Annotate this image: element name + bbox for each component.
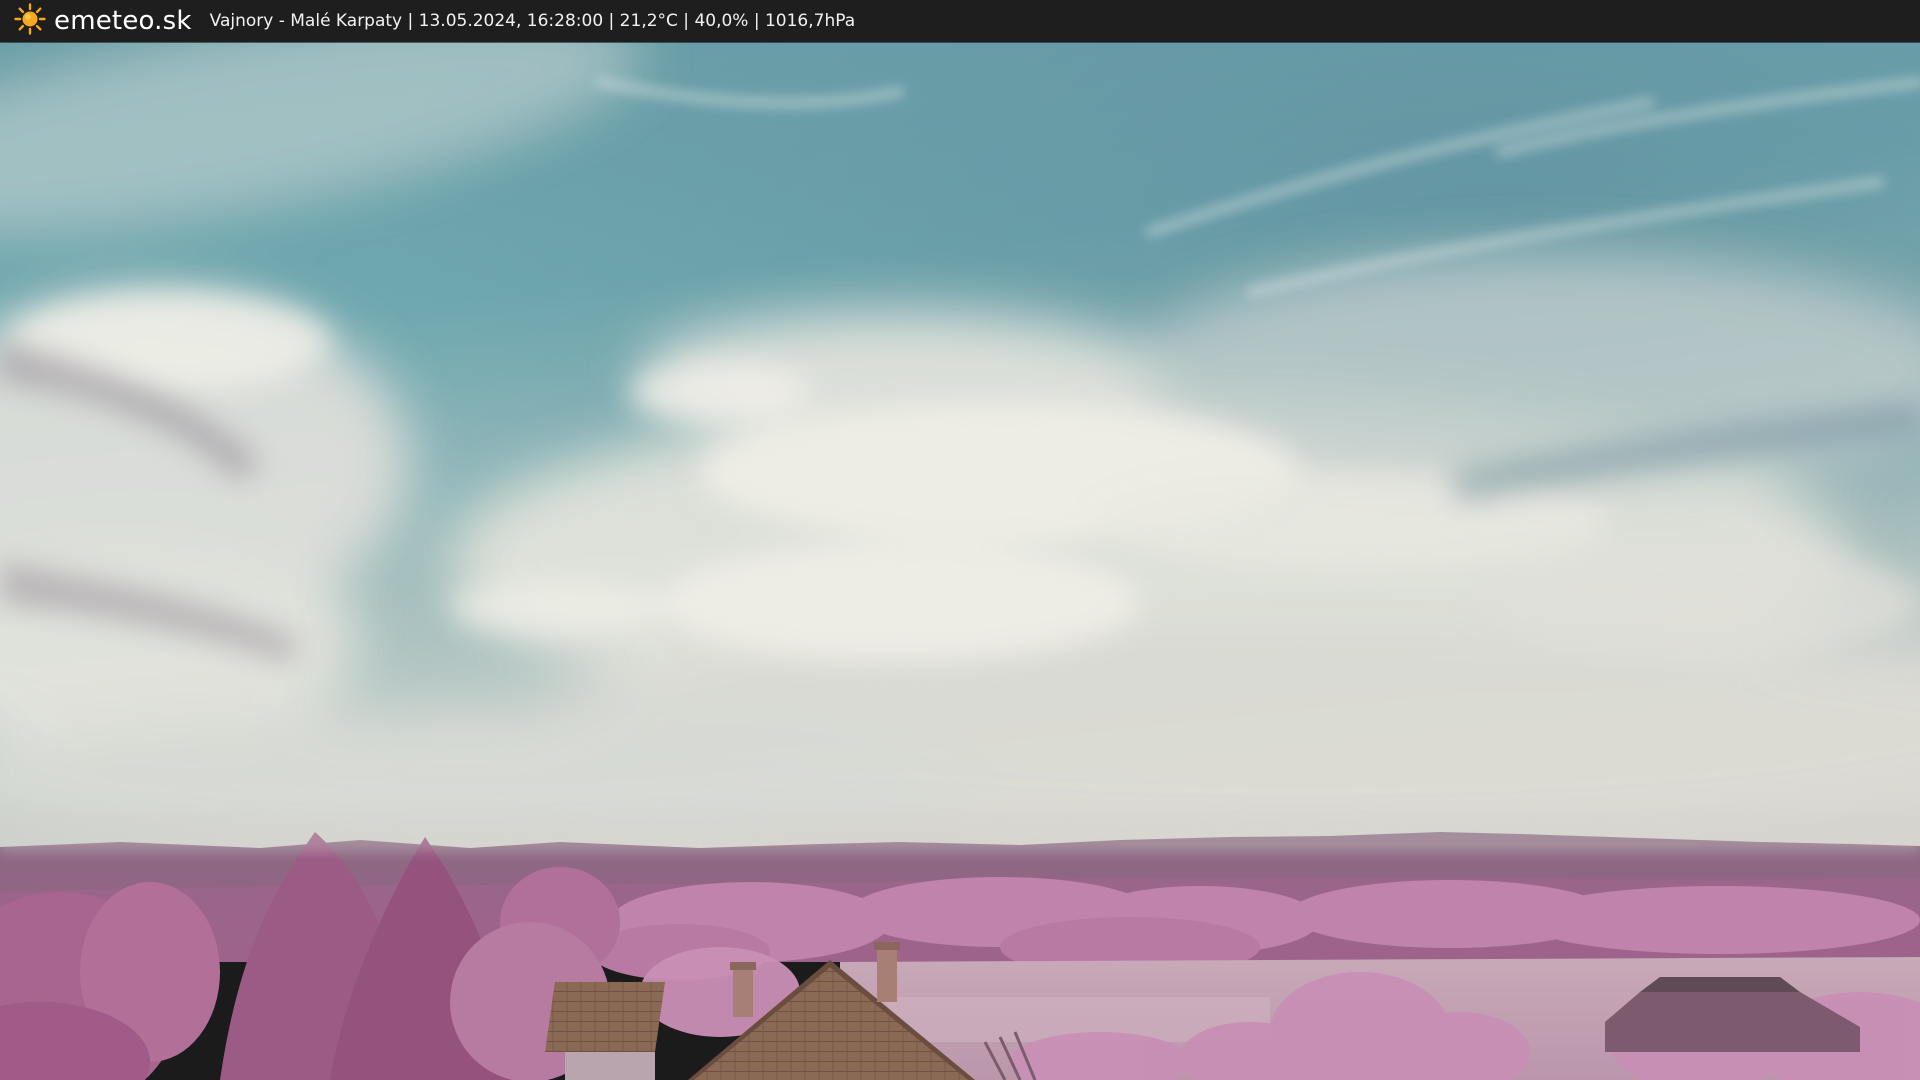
webcam-frame: emeteo.sk Vajnory - Malé Karpaty | 13.05… [0,0,1920,1080]
brand[interactable]: emeteo.sk [14,3,192,39]
sun-icon [14,3,46,39]
caption-bar: emeteo.sk Vajnory - Malé Karpaty | 13.05… [0,0,1920,42]
webcam-image [0,42,1920,1080]
brand-name: emeteo.sk [54,6,192,36]
weather-caption: Vajnory - Malé Karpaty | 13.05.2024, 16:… [209,11,856,31]
